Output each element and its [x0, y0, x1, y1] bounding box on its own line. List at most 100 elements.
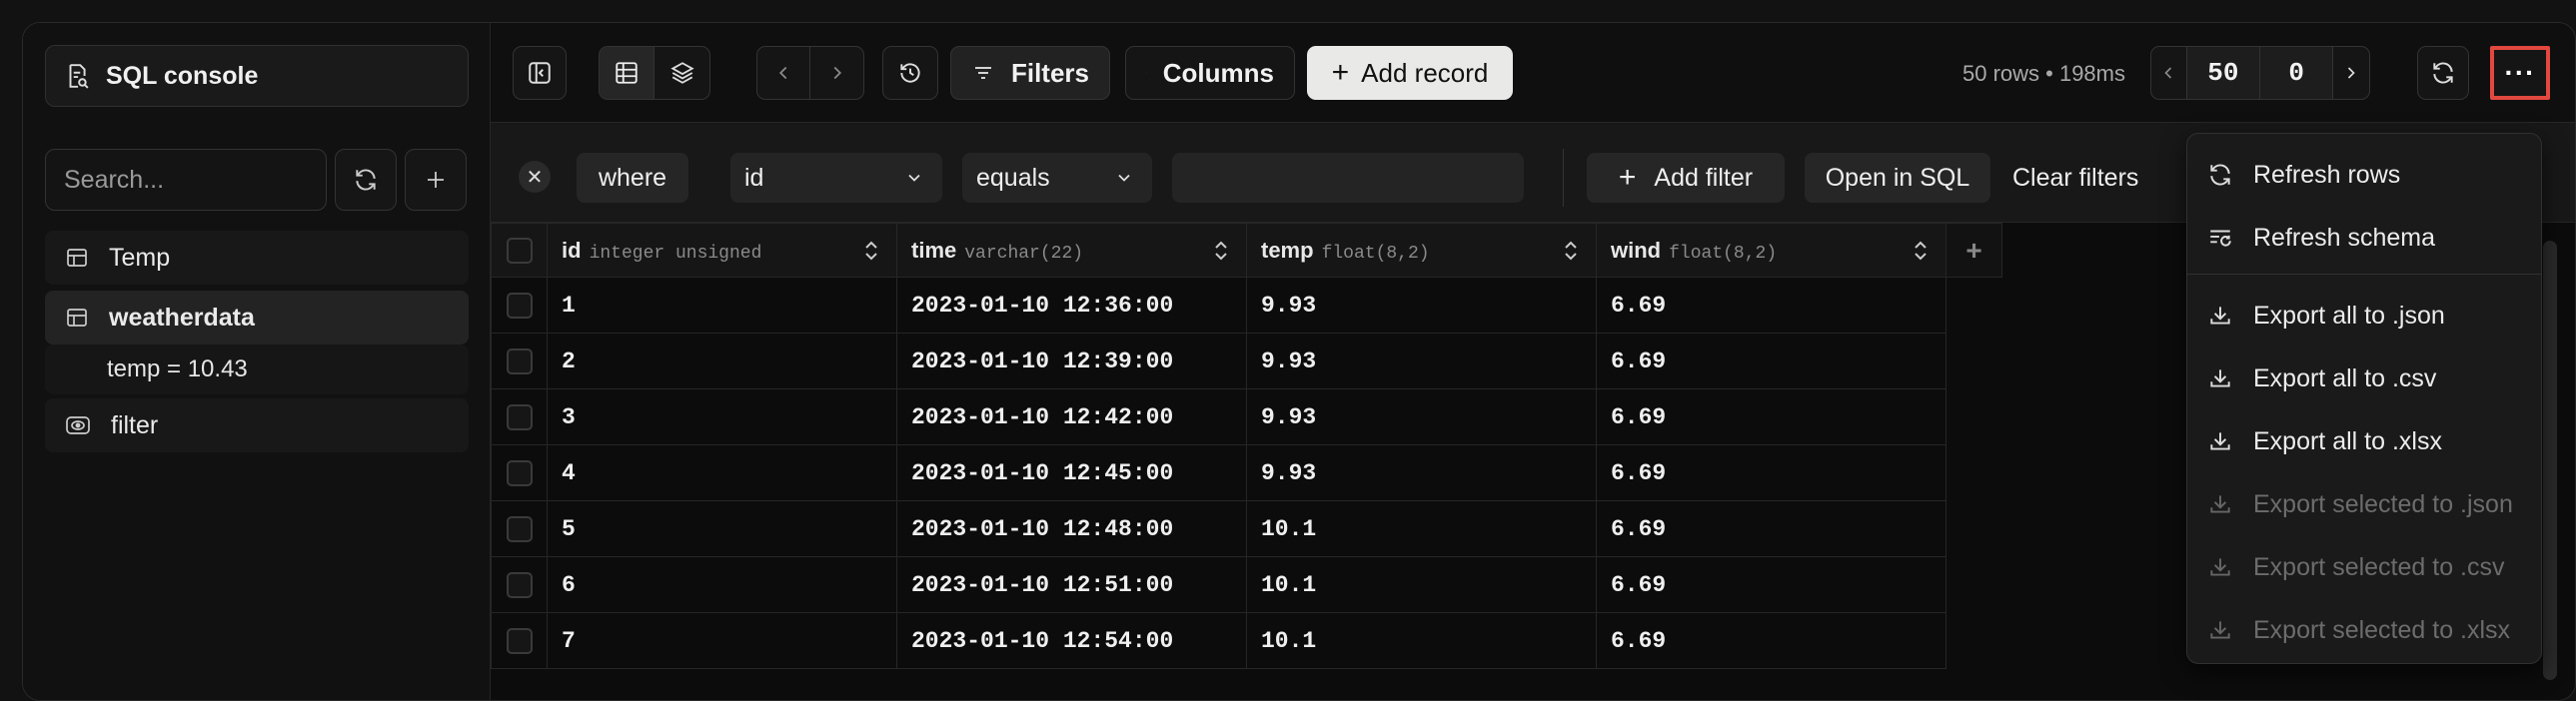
- row-checkbox[interactable]: [506, 571, 533, 598]
- cell-time[interactable]: 2023-01-10 12:48:00: [896, 500, 1247, 557]
- table-row[interactable]: 5 2023-01-10 12:48:00 10.1 6.69: [491, 500, 2002, 557]
- row-checkbox[interactable]: [506, 403, 533, 430]
- menu-item-export-xlsx[interactable]: Export all to .xlsx: [2187, 412, 2541, 470]
- chevron-down-icon: [908, 174, 920, 182]
- sort-icon[interactable]: [1562, 240, 1580, 262]
- menu-item-refresh-schema[interactable]: Refresh schema: [2187, 209, 2541, 267]
- cell-time[interactable]: 2023-01-10 12:45:00: [896, 444, 1247, 501]
- pagination-group: 50 0: [2150, 46, 2370, 100]
- row-select-cell: [491, 388, 548, 445]
- open-in-sql-button[interactable]: Open in SQL: [1805, 153, 1990, 203]
- refresh-button[interactable]: [2417, 46, 2469, 100]
- forward-button[interactable]: [810, 47, 863, 99]
- column-name: id: [562, 237, 582, 263]
- row-select-cell: [491, 333, 548, 389]
- back-button[interactable]: [757, 47, 811, 99]
- cell-time[interactable]: 2023-01-10 12:39:00: [896, 333, 1247, 389]
- menu-item-refresh-rows[interactable]: Refresh rows: [2187, 146, 2541, 204]
- row-checkbox[interactable]: [506, 348, 533, 374]
- sql-console-button[interactable]: SQL console: [45, 45, 469, 107]
- add-table-button[interactable]: [405, 149, 467, 211]
- column-name: temp: [1261, 237, 1314, 263]
- offset-input[interactable]: 0: [2260, 47, 2334, 99]
- menu-item-export-csv[interactable]: Export all to .csv: [2187, 350, 2541, 407]
- more-options-button[interactable]: ···: [2490, 46, 2550, 100]
- sort-icon[interactable]: [1212, 240, 1230, 262]
- sidebar-item-filter[interactable]: filter: [45, 398, 469, 452]
- cell-temp[interactable]: 9.93: [1246, 388, 1597, 445]
- cell-wind[interactable]: 6.69: [1596, 556, 1946, 613]
- cell-time[interactable]: 2023-01-10 12:36:00: [896, 277, 1247, 334]
- cell-id[interactable]: 6: [547, 556, 897, 613]
- structure-view-button[interactable]: [654, 47, 709, 99]
- filter-value-input[interactable]: [1172, 153, 1524, 203]
- menu-item-export-json[interactable]: Export all to .json: [2187, 287, 2541, 345]
- cell-id[interactable]: 7: [547, 612, 897, 669]
- row-checkbox[interactable]: [506, 459, 533, 486]
- filter-operator-select[interactable]: equals: [962, 153, 1152, 203]
- cell-id[interactable]: 5: [547, 500, 897, 557]
- cell-temp[interactable]: 10.1: [1246, 612, 1597, 669]
- row-checkbox[interactable]: [506, 292, 533, 319]
- limit-input[interactable]: 50: [2186, 47, 2260, 99]
- table-row[interactable]: 6 2023-01-10 12:51:00 10.1 6.69: [491, 556, 2002, 613]
- cell-wind[interactable]: 6.69: [1596, 388, 1946, 445]
- add-record-button[interactable]: + Add record: [1307, 46, 1513, 100]
- column-header-wind[interactable]: wind float(8,2): [1596, 223, 1946, 278]
- cell-wind[interactable]: 6.69: [1596, 277, 1946, 334]
- cell-wind[interactable]: 6.69: [1596, 500, 1946, 557]
- cell-wind[interactable]: 6.69: [1596, 444, 1946, 501]
- columns-button[interactable]: Columns: [1125, 46, 1295, 100]
- filter-column-value: id: [744, 163, 764, 192]
- sidebar-item-temp[interactable]: Temp: [45, 231, 469, 285]
- grid-icon: [616, 62, 638, 84]
- cell-id[interactable]: 4: [547, 444, 897, 501]
- cell-id[interactable]: 2: [547, 333, 897, 389]
- cell-id[interactable]: 1: [547, 277, 897, 334]
- cell-time[interactable]: 2023-01-10 12:54:00: [896, 612, 1247, 669]
- toggle-sidebar-button[interactable]: [513, 46, 567, 100]
- table-row[interactable]: 7 2023-01-10 12:54:00 10.1 6.69: [491, 612, 2002, 669]
- cell-temp[interactable]: 9.93: [1246, 333, 1597, 389]
- table-row[interactable]: 3 2023-01-10 12:42:00 9.93 6.69: [491, 388, 2002, 445]
- table-row[interactable]: 4 2023-01-10 12:45:00 9.93 6.69: [491, 444, 2002, 501]
- sidebar-item-weatherdata[interactable]: weatherdata: [45, 291, 469, 345]
- row-checkbox[interactable]: [506, 627, 533, 654]
- cell-temp[interactable]: 9.93: [1246, 444, 1597, 501]
- add-column-button[interactable]: +: [1945, 223, 2002, 278]
- next-page-button[interactable]: [2333, 47, 2369, 99]
- cell-wind[interactable]: 6.69: [1596, 612, 1946, 669]
- filter-column-select[interactable]: id: [730, 153, 942, 203]
- row-checkbox[interactable]: [506, 515, 533, 542]
- column-header-temp[interactable]: temp float(8,2): [1246, 223, 1597, 278]
- cell-wind[interactable]: 6.69: [1596, 333, 1946, 389]
- cell-temp[interactable]: 10.1: [1246, 556, 1597, 613]
- cell-id[interactable]: 3: [547, 388, 897, 445]
- select-all-checkbox[interactable]: [506, 237, 533, 264]
- history-button[interactable]: [882, 46, 938, 100]
- chevron-right-icon: [2348, 67, 2355, 79]
- refresh-schema-icon: [2210, 230, 2231, 247]
- clear-filters-button[interactable]: Clear filters: [2012, 153, 2138, 203]
- cell-temp[interactable]: 10.1: [1246, 500, 1597, 557]
- cell-time[interactable]: 2023-01-10 12:42:00: [896, 388, 1247, 445]
- prev-page-button[interactable]: [2151, 47, 2187, 99]
- table-row[interactable]: 2 2023-01-10 12:39:00 9.93 6.69: [491, 333, 2002, 389]
- column-header-time[interactable]: time varchar(22): [896, 223, 1247, 278]
- filters-button[interactable]: Filters: [950, 46, 1110, 100]
- sort-icon[interactable]: [862, 240, 880, 262]
- cell-temp[interactable]: 9.93: [1246, 277, 1597, 334]
- table-row[interactable]: 1 2023-01-10 12:36:00 9.93 6.69: [491, 277, 2002, 334]
- menu-item-label: Export selected to .csv: [2253, 552, 2505, 581]
- sort-icon[interactable]: [1912, 240, 1930, 262]
- plus-icon: +: [1331, 56, 1350, 89]
- refresh-tables-button[interactable]: [335, 149, 397, 211]
- column-header-id[interactable]: id integer unsigned: [547, 223, 897, 278]
- table-view-button[interactable]: [600, 47, 655, 99]
- cell-time[interactable]: 2023-01-10 12:51:00: [896, 556, 1247, 613]
- remove-filter-button[interactable]: ✕: [519, 161, 551, 193]
- add-filter-button[interactable]: + Add filter: [1587, 153, 1785, 203]
- vertical-scrollbar[interactable]: [2543, 241, 2557, 680]
- sidebar-subitem-saved-filter[interactable]: temp = 10.43: [45, 345, 469, 394]
- menu-item-export-selected-xlsx: Export selected to .xlsx: [2187, 601, 2541, 659]
